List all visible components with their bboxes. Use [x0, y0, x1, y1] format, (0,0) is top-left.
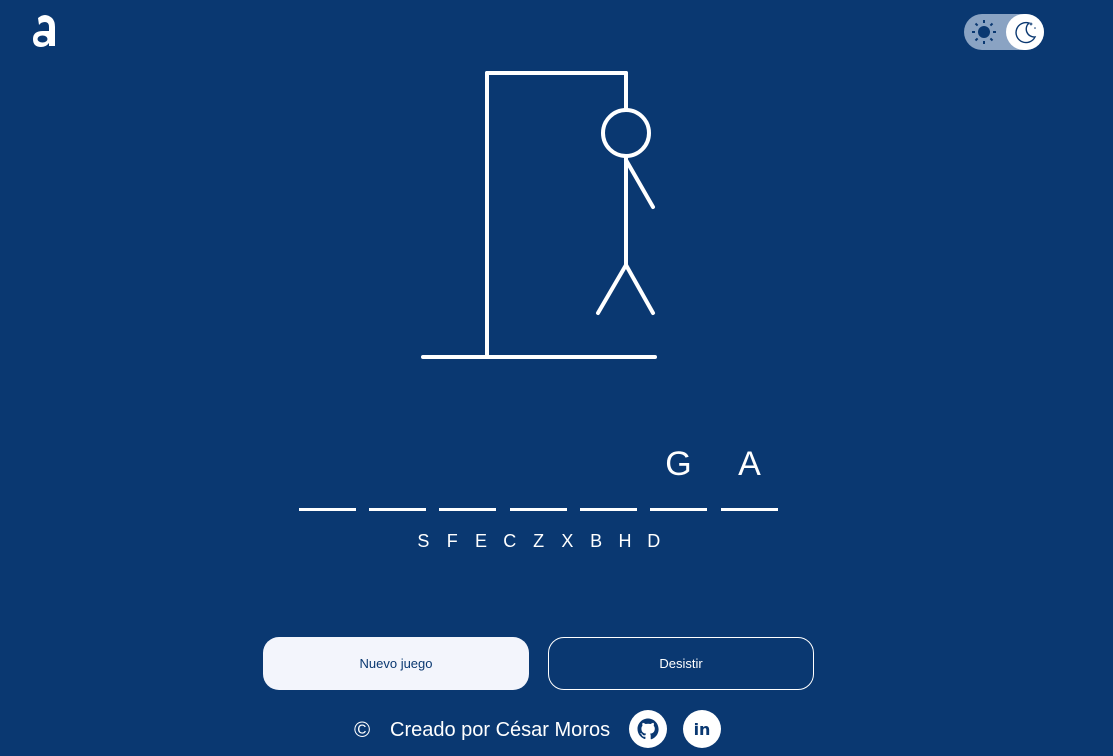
- new-game-button[interactable]: Nuevo juego: [263, 637, 529, 690]
- word-slot: [580, 440, 637, 511]
- github-link[interactable]: [629, 710, 667, 748]
- copyright-icon: ©: [354, 717, 371, 742]
- linkedin-link[interactable]: in: [683, 710, 721, 748]
- hangman-right-arm: [624, 158, 655, 209]
- wrong-letter: X: [561, 531, 574, 551]
- word-slot: [439, 440, 496, 511]
- hangman-head: [601, 108, 651, 158]
- word-slots: G A: [299, 440, 779, 511]
- hangman-left-leg: [596, 263, 628, 315]
- wrong-letter: B: [590, 531, 603, 551]
- wrong-letter: Z: [533, 531, 545, 551]
- hangman-right-leg: [624, 263, 655, 315]
- wrong-letter: C: [503, 531, 517, 551]
- hangman-drawing: [421, 71, 657, 359]
- wrong-letter: S: [417, 531, 430, 551]
- footer: © Creado por César Moros in: [0, 708, 1113, 752]
- word-slot: [369, 440, 426, 511]
- wrong-letter: H: [618, 531, 632, 551]
- wrong-letter: F: [446, 531, 458, 551]
- word-slot: [299, 440, 356, 511]
- give-up-button[interactable]: Desistir: [548, 637, 814, 690]
- wrong-letter: D: [647, 531, 661, 551]
- word-slot: [510, 440, 567, 511]
- linkedin-icon: in: [693, 719, 711, 739]
- word-slot: G: [650, 440, 707, 511]
- github-icon: [637, 718, 659, 740]
- word-slot: A: [721, 440, 778, 511]
- wrong-letter: E: [474, 531, 487, 551]
- author-credit: Creado por César Moros: [390, 719, 611, 741]
